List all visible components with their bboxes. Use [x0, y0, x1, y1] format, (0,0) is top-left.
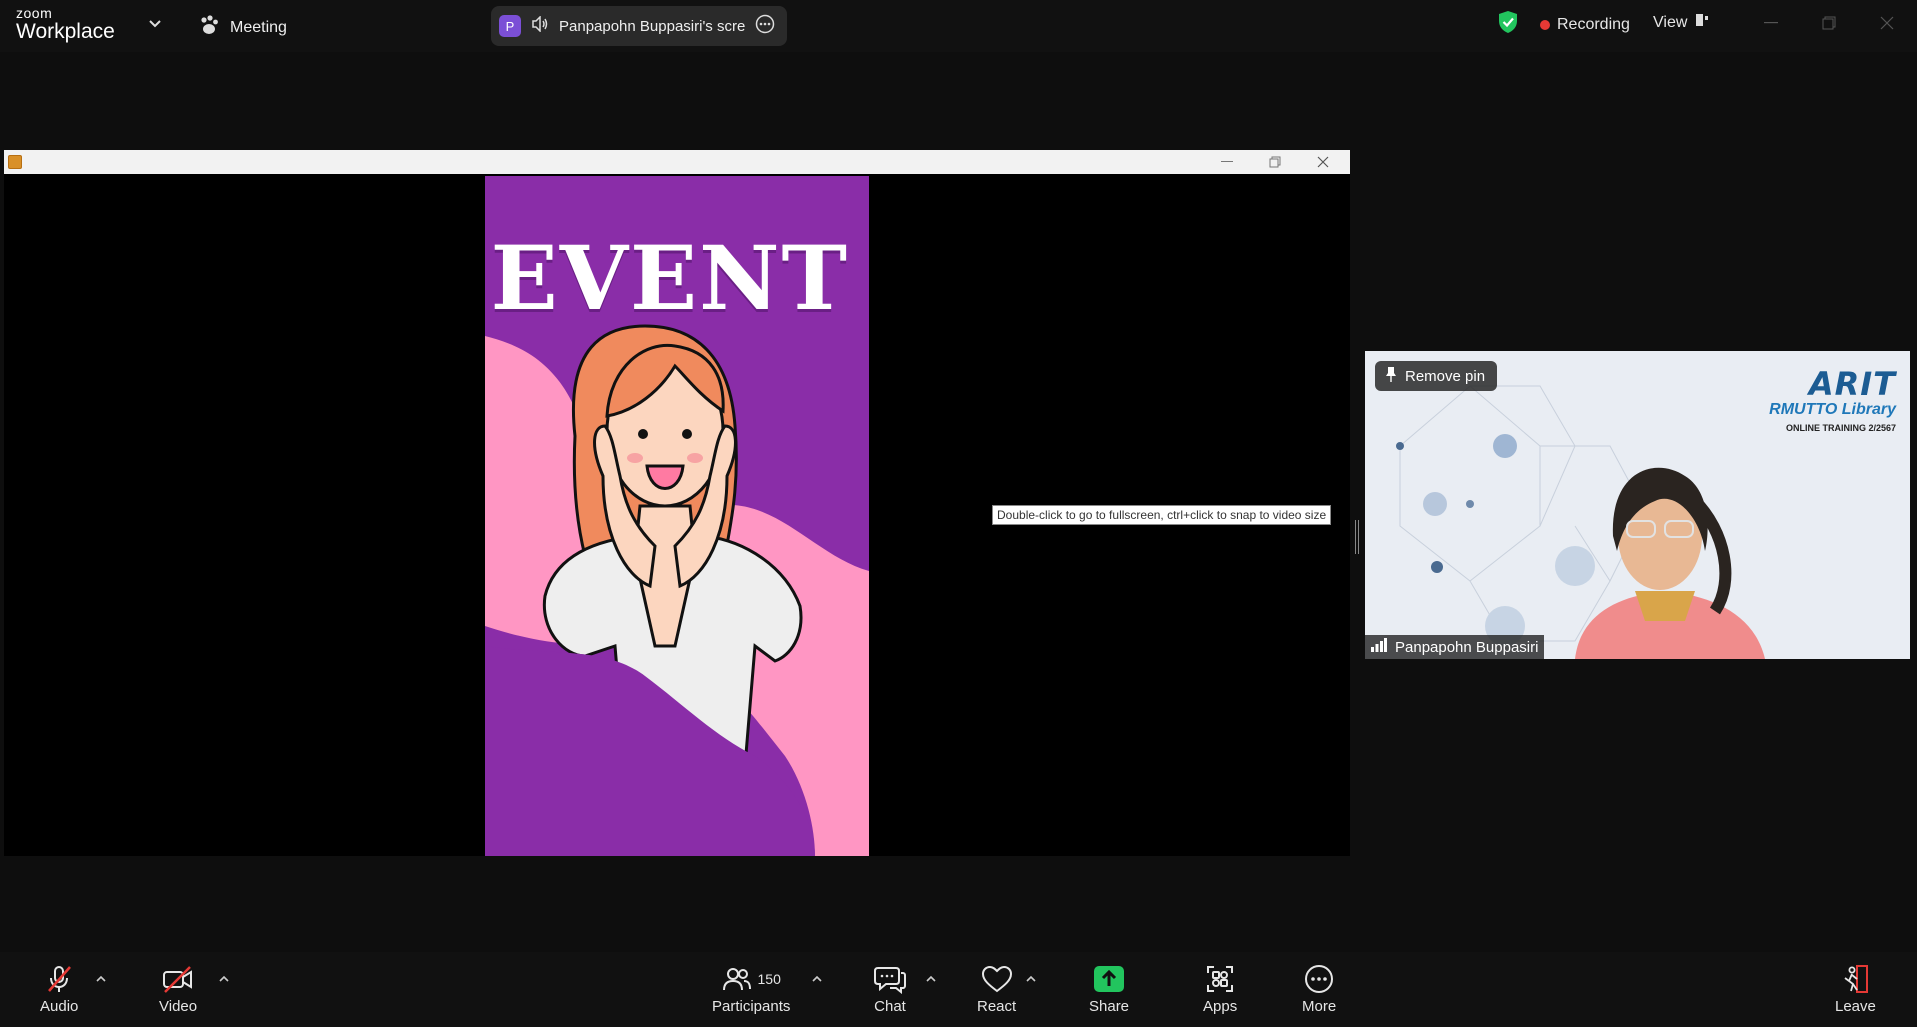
audio-button[interactable]: Audio [40, 964, 78, 1015]
apps-button[interactable]: Apps [1203, 964, 1237, 1015]
leave-button[interactable]: Leave [1835, 964, 1876, 1015]
shared-screen[interactable]: EVENT Double-click to go to fullscreen, … [4, 150, 1350, 856]
signal-strength-icon [1371, 638, 1387, 656]
logo-workplace-text: Workplace [16, 20, 115, 43]
zoom-window: zoom Workplace Meeting P Panpapohn Buppa… [0, 0, 1917, 1027]
speaker-icon[interactable] [531, 14, 549, 37]
paw-icon [198, 14, 220, 41]
more-label: More [1302, 998, 1337, 1015]
view-label: View [1653, 13, 1688, 31]
poster-title: EVENT [490, 226, 849, 330]
participant-name-tag: Panpapohn Buppasiri [1365, 635, 1545, 659]
zoom-workplace-logo: zoom Workplace [16, 6, 115, 44]
fullscreen-tooltip: Double-click to go to fullscreen, ctrl+c… [992, 505, 1332, 525]
shared-minimize-icon [1212, 152, 1242, 172]
more-button[interactable]: More [1302, 964, 1336, 1015]
remove-pin-button[interactable]: Remove pin [1375, 361, 1498, 391]
shared-restore-icon [1260, 152, 1290, 172]
restore-window-icon[interactable] [1814, 10, 1844, 36]
participants-count: 150 [757, 971, 781, 987]
shared-close-icon [1308, 152, 1338, 172]
chat-button[interactable]: Chat [874, 964, 906, 1015]
chat-caret-icon[interactable] [925, 970, 937, 988]
top-bar: zoom Workplace Meeting P Panpapohn Buppa… [0, 0, 1917, 52]
apps-icon [1205, 964, 1235, 994]
recording-dot-icon [1540, 20, 1550, 30]
shared-app-titlebar [4, 150, 1350, 174]
recording-label: Recording [1557, 16, 1630, 33]
more-icon [1304, 964, 1334, 994]
share-title: Panpapohn Buppasiri's screen [559, 17, 745, 35]
brand-title: ARIT [1808, 365, 1896, 403]
video-options-caret-icon[interactable] [218, 970, 230, 988]
view-menu[interactable]: View [1653, 13, 1709, 32]
participants-button[interactable]: 150 Participants [712, 964, 790, 1015]
recording-indicator[interactable]: Recording [1540, 16, 1630, 34]
chevron-down-icon[interactable] [148, 16, 162, 34]
minimize-window-icon[interactable] [1756, 10, 1786, 36]
share-label: Share [1089, 998, 1130, 1015]
shield-icon[interactable] [1497, 10, 1519, 39]
meeting-menu[interactable]: Meeting [198, 14, 287, 41]
video-camera-off-icon [161, 964, 195, 994]
share-screen-icon [1094, 964, 1125, 994]
heart-icon [981, 964, 1013, 994]
pin-icon [1385, 366, 1397, 386]
react-button[interactable]: React [977, 964, 1016, 1015]
share-button[interactable]: Share [1089, 964, 1129, 1015]
react-label: React [977, 998, 1017, 1015]
react-caret-icon[interactable] [1025, 970, 1037, 988]
resize-handle[interactable] [1355, 520, 1359, 554]
more-options-icon[interactable] [755, 14, 775, 39]
video-label: Video [159, 998, 198, 1015]
leave-label: Leave [1835, 998, 1876, 1015]
microphone-muted-icon [44, 964, 74, 994]
app-icon [8, 155, 22, 169]
participant-video-tile[interactable]: Remove pin ARIT RMUTTO Library ONLINE TR… [1365, 351, 1910, 659]
audio-options-caret-icon[interactable] [95, 970, 107, 988]
brand-training: ONLINE TRAINING 2/2567 [1785, 423, 1896, 433]
chat-icon [874, 964, 906, 994]
apps-label: Apps [1203, 998, 1238, 1015]
leave-icon [1840, 964, 1870, 994]
participants-caret-icon[interactable] [811, 970, 823, 988]
remove-pin-label: Remove pin [1405, 367, 1486, 385]
event-poster: EVENT [485, 176, 869, 856]
arit-brand-logo: ARIT RMUTTO Library ONLINE TRAINING 2/25… [1769, 365, 1896, 433]
logo-zoom-text: zoom [16, 5, 53, 21]
participant-name: Panpapohn Buppasiri [1395, 638, 1539, 656]
video-button[interactable]: Video [159, 964, 197, 1015]
view-layout-icon [1695, 13, 1709, 32]
meeting-toolbar: Audio Video 150 Participants Chat React … [0, 952, 1917, 1027]
audio-label: Audio [40, 998, 79, 1015]
brand-subtitle: RMUTTO Library [1769, 401, 1896, 418]
chat-label: Chat [874, 998, 906, 1015]
meeting-label: Meeting [230, 18, 287, 36]
participants-label: Participants [712, 998, 791, 1015]
sharer-avatar: P [499, 15, 521, 37]
participants-icon: 150 [722, 964, 781, 994]
screen-share-indicator[interactable]: P Panpapohn Buppasiri's screen [491, 6, 787, 46]
close-window-icon[interactable] [1872, 10, 1902, 36]
